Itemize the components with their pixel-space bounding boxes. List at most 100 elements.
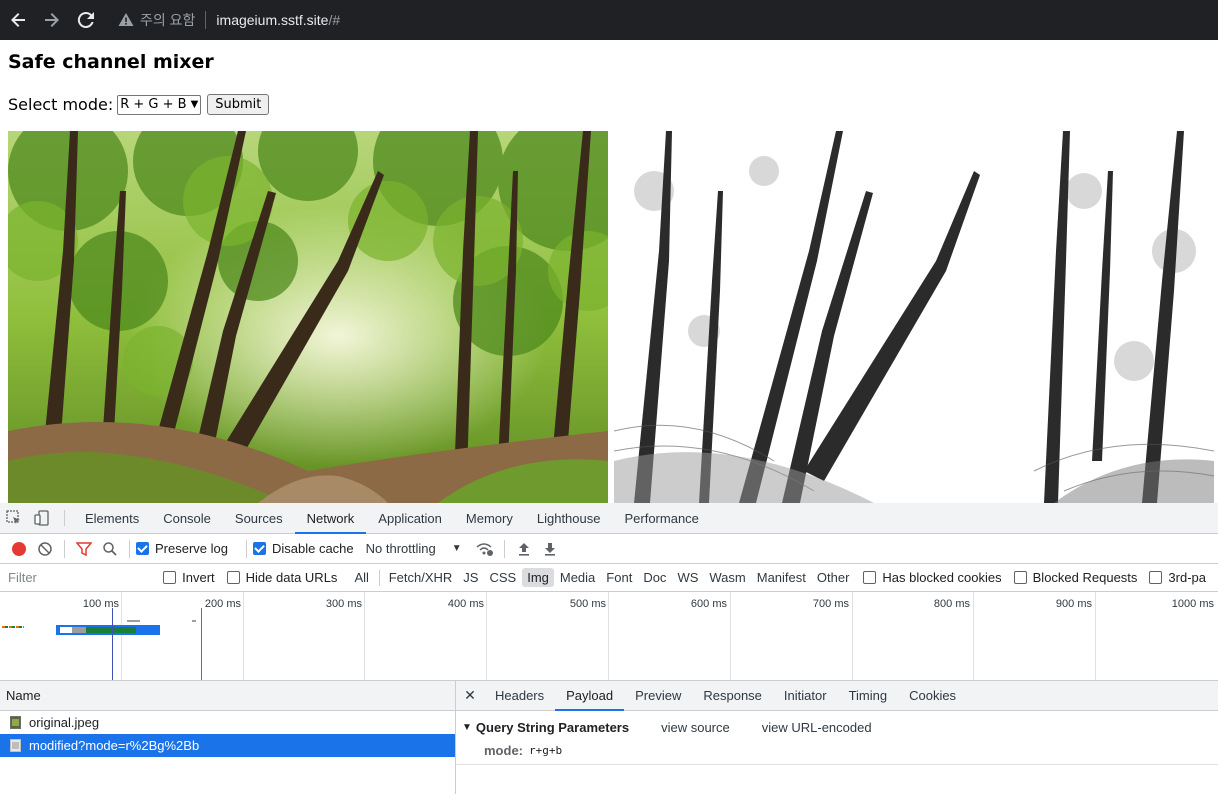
tab-payload[interactable]: Payload <box>555 681 625 711</box>
timeline-tick-label: 300 ms <box>325 598 362 610</box>
type-filter-font[interactable]: Font <box>601 568 637 587</box>
tab-headers[interactable]: Headers <box>484 681 555 710</box>
view-url-encoded-link[interactable]: view URL-encoded <box>762 720 872 735</box>
tab-cookies[interactable]: Cookies <box>898 681 967 710</box>
timeline-bar <box>192 620 196 622</box>
third-party-checkbox[interactable]: 3rd-pa <box>1149 570 1206 585</box>
dom-content-loaded-marker <box>112 608 113 680</box>
network-overview-timeline[interactable]: 100 ms 200 ms 300 ms 400 ms 500 ms 600 m… <box>0 592 1218 681</box>
checkbox-icon <box>1149 571 1163 584</box>
tab-memory[interactable]: Memory <box>454 503 525 533</box>
triangle-down-icon: ▼ <box>462 721 472 733</box>
throttling-value: No throttling <box>365 541 436 556</box>
timeline-gridline <box>364 592 365 680</box>
type-filter-manifest[interactable]: Manifest <box>752 568 811 587</box>
mode-label: Select mode: <box>8 95 114 114</box>
timeline-gridline <box>730 592 731 680</box>
tab-sources[interactable]: Sources <box>223 503 295 533</box>
export-har-icon[interactable] <box>537 536 563 562</box>
type-filter-all[interactable]: All <box>349 568 373 587</box>
type-filter-wasm[interactable]: Wasm <box>704 568 750 587</box>
blocked-requests-checkbox[interactable]: Blocked Requests <box>1013 570 1138 585</box>
record-icon[interactable] <box>6 536 32 562</box>
query-string-section-header[interactable]: ▼ Query String Parameters view source vi… <box>456 711 1218 743</box>
divider <box>503 539 505 558</box>
address-bar[interactable]: 주의 요함 imageium.sstf.site /# <box>112 5 1210 35</box>
throttling-select[interactable]: No throttling ▼ <box>366 541 462 556</box>
invert-label: Invert <box>182 570 215 585</box>
mode-form: Select mode: R + G + B ▼ Submit <box>8 94 270 115</box>
tab-application[interactable]: Application <box>366 503 454 533</box>
type-filter-js[interactable]: JS <box>458 568 483 587</box>
modified-image <box>614 131 1214 503</box>
back-icon[interactable] <box>2 4 34 36</box>
clear-icon[interactable] <box>32 536 58 562</box>
checkbox-icon <box>163 571 177 584</box>
divider <box>64 510 65 526</box>
tab-preview[interactable]: Preview <box>624 681 692 710</box>
has-blocked-cookies-checkbox[interactable]: Has blocked cookies <box>863 570 1002 585</box>
timeline-gridline <box>121 592 122 680</box>
reload-icon[interactable] <box>70 4 102 36</box>
filter-icon[interactable] <box>71 536 97 562</box>
timeline-gridline <box>1095 592 1096 680</box>
timeline-gridline <box>973 592 974 680</box>
device-toolbar-icon[interactable] <box>28 503 56 533</box>
tab-elements[interactable]: Elements <box>73 503 151 533</box>
timeline-tick-label: 100 ms <box>82 598 119 610</box>
tab-lighthouse[interactable]: Lighthouse <box>525 503 613 533</box>
tab-network[interactable]: Network <box>294 503 367 534</box>
inspect-element-icon[interactable] <box>0 503 28 533</box>
submit-button[interactable]: Submit <box>207 94 270 115</box>
type-filter-other[interactable]: Other <box>812 568 855 587</box>
request-row[interactable]: original.jpeg <box>0 711 455 734</box>
tab-performance[interactable]: Performance <box>612 503 710 533</box>
detail-tabbar: ✕ Headers Payload Preview Response Initi… <box>456 681 1218 711</box>
filter-bar: Filter Invert Hide data URLs All Fetch/X… <box>0 564 1218 592</box>
web-page: Safe channel mixer Select mode: R + G + … <box>0 40 1218 503</box>
request-row-selected[interactable]: modified?mode=r%2Bg%2Bb <box>0 734 455 757</box>
page-title: Safe channel mixer <box>8 51 214 73</box>
query-param-row: mode: r+g+b <box>456 743 1218 765</box>
timeline-gridline <box>608 592 609 680</box>
tab-initiator[interactable]: Initiator <box>773 681 838 710</box>
network-conditions-icon[interactable] <box>472 536 498 562</box>
tab-response[interactable]: Response <box>692 681 773 710</box>
disable-cache-label: Disable cache <box>271 541 354 556</box>
disable-cache-checkbox[interactable]: Disable cache <box>252 541 354 556</box>
name-column-header[interactable]: Name <box>0 681 455 711</box>
timeline-bar <box>86 627 136 633</box>
preserve-log-label: Preserve log <box>155 541 228 556</box>
param-key: mode: <box>484 743 523 758</box>
blocked-requests-label: Blocked Requests <box>1032 570 1138 585</box>
network-toolbar: Preserve log Disable cache No throttling… <box>0 534 1218 564</box>
type-filter-doc[interactable]: Doc <box>638 568 671 587</box>
type-filter-fetch-xhr[interactable]: Fetch/XHR <box>384 568 458 587</box>
checkbox-checked-icon <box>136 542 149 555</box>
tab-console[interactable]: Console <box>151 503 223 533</box>
type-filter-ws[interactable]: WS <box>672 568 703 587</box>
checkbox-icon <box>863 571 877 584</box>
close-icon[interactable]: ✕ <box>456 681 484 710</box>
third-party-label: 3rd-pa <box>1168 570 1206 585</box>
image-file-icon <box>10 716 21 729</box>
search-icon[interactable] <box>97 536 123 562</box>
import-har-icon[interactable] <box>511 536 537 562</box>
timeline-bar <box>127 620 140 622</box>
timeline-tick-label: 800 ms <box>933 598 970 610</box>
param-value: r+g+b <box>529 744 563 757</box>
filter-input[interactable]: Filter <box>4 567 154 588</box>
divider <box>245 539 247 558</box>
invert-checkbox[interactable]: Invert <box>163 570 215 585</box>
security-warning: 주의 요함 <box>140 12 196 28</box>
hide-data-urls-checkbox[interactable]: Hide data URLs <box>226 570 337 585</box>
preserve-log-checkbox[interactable]: Preserve log <box>136 541 228 556</box>
type-filter-media[interactable]: Media <box>555 568 600 587</box>
type-filter-css[interactable]: CSS <box>484 568 521 587</box>
mode-select[interactable]: R + G + B ▼ <box>117 94 202 115</box>
view-source-link[interactable]: view source <box>661 720 730 735</box>
tab-timing[interactable]: Timing <box>838 681 899 710</box>
type-filter-img[interactable]: Img <box>522 568 554 587</box>
timeline-tick-label: 400 ms <box>447 598 484 610</box>
forward-icon[interactable] <box>36 4 68 36</box>
